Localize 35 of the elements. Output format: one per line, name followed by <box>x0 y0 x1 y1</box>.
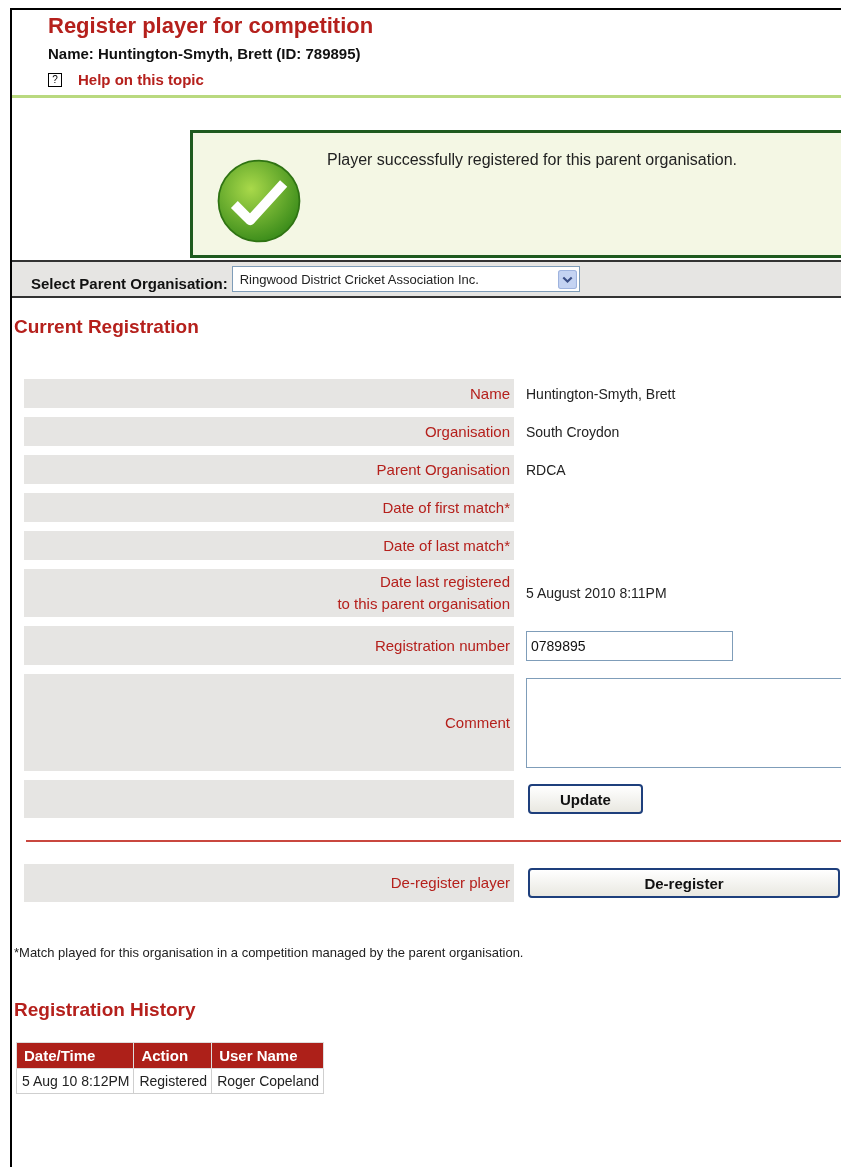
field-label: Date last registered to this parent organisation <box>337 572 510 614</box>
deregister-button[interactable]: De-register <box>528 868 840 898</box>
help-icon: ? <box>48 72 62 87</box>
column-header: User Name <box>211 1042 324 1069</box>
update-button[interactable]: Update <box>528 784 643 814</box>
registration-number-field[interactable]: 0789895 <box>526 630 733 661</box>
table-cell: Registered <box>133 1068 212 1094</box>
player-name: Name: Huntington-Smyth, Brett (ID: 789895) <box>48 44 362 64</box>
table-cell: 5 Aug 10 8:12PM <box>16 1068 134 1094</box>
column-header: Action <box>133 1042 212 1069</box>
select-label: Select Parent Organisation: <box>31 274 228 292</box>
check-icon <box>215 157 303 245</box>
field-label: Parent Organisation <box>376 459 510 480</box>
field-label: De-register player <box>390 873 510 893</box>
field-value: 5 August 2010 8:11PM <box>526 585 667 601</box>
footnote: *Match played for this organisation in a competition managed by the parent organisation. <box>14 945 525 960</box>
field-label: Registration number <box>374 635 510 656</box>
comment-field[interactable] <box>526 677 841 768</box>
table-cell: Roger Copeland <box>211 1068 324 1094</box>
field-label: Name <box>470 383 510 404</box>
section-heading: Registration History <box>14 998 196 1022</box>
parent-organisation-dropdown[interactable]: Ringwood District Cricket Association Inc. <box>231 266 580 292</box>
field-value: South Croydon <box>526 423 620 440</box>
success-message: Player successfully registered for this parent organisation. <box>327 151 737 169</box>
help-link[interactable]: Help on this topic <box>78 71 204 88</box>
field-label: Organisation <box>424 421 510 442</box>
field-label: Date of last match* <box>383 535 510 556</box>
page-title: Register player for competition <box>48 12 375 40</box>
field-value: Huntington-Smyth, Brett <box>526 385 676 402</box>
field-label: Comment <box>444 712 510 733</box>
caret-icon <box>557 269 577 289</box>
section-heading: Current Registration <box>14 315 199 339</box>
column-header: Date/Time <box>16 1042 134 1069</box>
field-label: Date of first match* <box>382 497 510 518</box>
field-value: RDCA <box>526 461 566 478</box>
